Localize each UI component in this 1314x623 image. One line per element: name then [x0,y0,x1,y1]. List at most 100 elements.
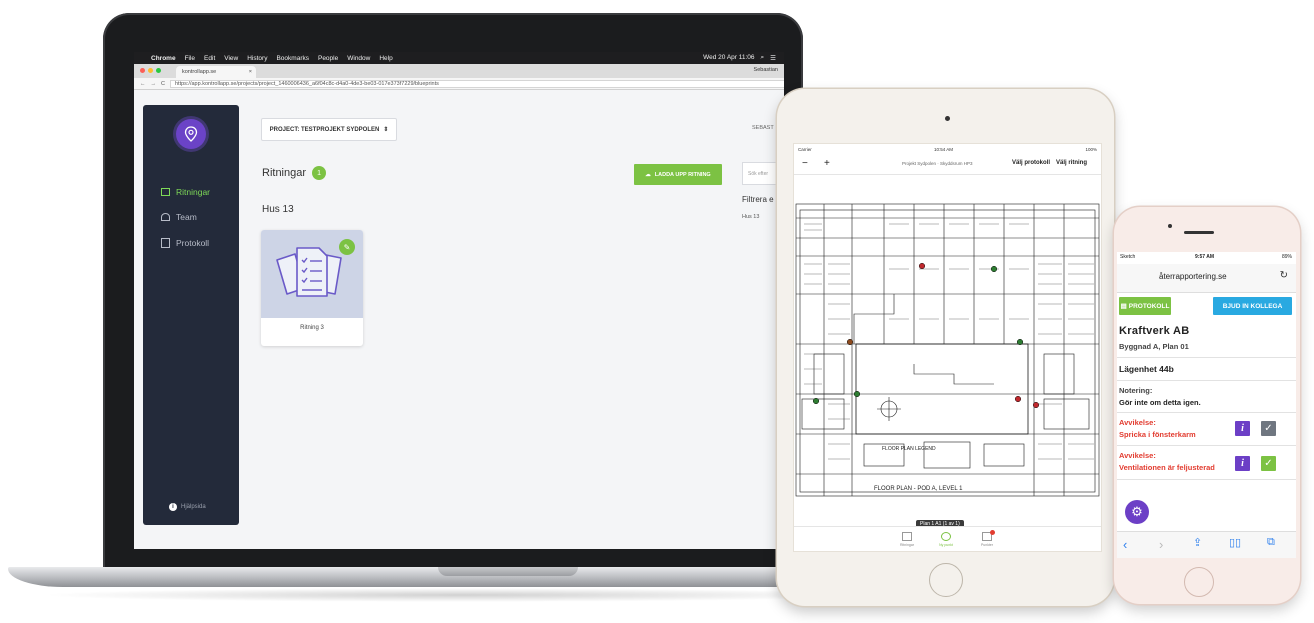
browser-tab[interactable]: kontrollapp.se × [176,66,256,78]
forward-icon[interactable]: → [151,81,157,87]
menu-chrome[interactable]: Chrome [151,55,176,62]
divider [1117,380,1296,381]
info-icon[interactable]: i [1235,456,1250,471]
divider [1117,412,1296,413]
tablet-status-bar: Carrier 10:54 AM 100% [794,147,1101,155]
issue-marker[interactable] [1032,401,1040,409]
select-protocol-button[interactable]: Välj protokoll [1012,160,1050,166]
deviation-text: Ventilationen är feljusterad [1119,463,1215,472]
menu-edit[interactable]: Edit [204,55,215,62]
notification-dot [990,530,995,535]
zoom-in-button[interactable]: + [824,158,830,169]
menu-bookmarks[interactable]: Bookmarks [276,55,309,62]
checkbox-checked-icon[interactable]: ✓ [1261,456,1276,471]
safari-toolbar: ‹ › ⇪ ▯▯ ⧉ [1117,531,1296,558]
new-point-tab-icon[interactable] [941,532,951,541]
group-title: Hus 13 [262,204,294,215]
blueprint-icon [161,188,170,196]
issue-marker[interactable] [1014,395,1022,403]
sidebar-item-ritningar[interactable]: Ritningar [161,187,210,197]
zoom-out-button[interactable]: − [802,158,808,169]
profile-button[interactable]: Sebastian [754,67,778,73]
tabs-icon[interactable]: ⧉ [1267,536,1275,549]
menu-help[interactable]: Help [379,55,392,62]
menu-people[interactable]: People [318,55,338,62]
phone-time: 9:57 AM [1195,254,1214,260]
team-icon [161,213,170,221]
reload-icon[interactable]: C [161,81,165,87]
unit-label: Lägenhet 44b [1119,364,1174,374]
menu-file[interactable]: File [185,55,195,62]
select-drawing-button[interactable]: Välj ritning [1056,160,1087,166]
laptop-notch [438,567,578,576]
address-bar[interactable]: https://app.kontrollapp.se/projects/proj… [169,79,784,88]
forward-icon[interactable]: › [1159,537,1163,552]
floor-plan[interactable]: FLOOR PLAN LEGEND FLOOR PLAN - POD A, LE… [794,194,1101,514]
user-menu[interactable]: SEBAST [752,125,774,131]
drawing-card[interactable]: ✎ Ritning 3 [261,230,363,346]
bookmarks-icon[interactable]: ▯▯ [1229,536,1241,549]
phone-battery: 89% [1281,254,1292,260]
refresh-icon[interactable]: ↻ [1280,270,1288,281]
plan-title: FLOOR PLAN - POD A, LEVEL 1 [874,486,963,492]
cloud-upload-icon: ☁ [645,171,651,178]
tablet-carrier: Carrier [798,147,812,152]
back-icon[interactable]: ‹ [1123,537,1127,552]
drawing-card-label: Ritning 3 [300,325,324,331]
edit-icon[interactable]: ✎ [339,239,355,255]
project-select[interactable]: PROJECT: TESTPROJEKT SYDPOLEN ⇕ [261,118,397,141]
app-sidebar: Ritningar Team Protokoll i Hjälpsida [143,105,239,525]
protokoll-button[interactable]: ▤ PROTOKOLL [1119,297,1171,315]
browser-toolbar: ← → C https://app.kontrollapp.se/project… [134,78,784,90]
tab-close-icon[interactable]: × [249,69,256,75]
issue-marker[interactable] [1016,338,1024,346]
window-controls [140,68,161,73]
project-select-value: PROJECT: TESTPROJEKT SYDPOLEN [269,126,380,133]
issue-marker[interactable] [918,262,926,270]
close-window-icon[interactable] [140,68,145,73]
sidebar-item-team[interactable]: Team [161,212,197,222]
invite-colleague-button[interactable]: BJUD IN KOLLEGA [1213,297,1292,315]
filter-title: Filtrera e [742,195,774,204]
sidebar-item-label: Team [176,212,197,222]
settings-gear-icon[interactable]: ⚙ [1125,500,1149,524]
menu-history[interactable]: History [247,55,267,62]
phone-address-bar[interactable]: återrapportering.se ↻ [1117,264,1296,293]
issue-marker[interactable] [853,390,861,398]
menu-window[interactable]: Window [347,55,370,62]
sidebar-item-protokoll[interactable]: Protokoll [161,238,209,248]
tab-ritningar[interactable]: Ritningar [892,543,922,547]
tablet-home-button[interactable] [929,563,963,597]
building-label: Byggnad A, Plan 01 [1119,342,1189,351]
spotlight-icon[interactable]: ⌕ [761,54,765,62]
mac-menubar: Chrome File Edit View History Bookmarks … [134,52,784,64]
tab-ny-punkt[interactable]: Ny punkt [931,543,961,547]
issue-marker[interactable] [846,338,854,346]
deviation-label: Avvikelse: [1119,418,1156,427]
maximize-window-icon[interactable] [156,68,161,73]
checkbox-unchecked-icon[interactable]: ✓ [1261,421,1276,436]
upload-button-label: LADDA UPP RITNING [654,171,711,178]
app-logo[interactable] [176,119,206,149]
phone-carrier: Sketch [1120,254,1136,260]
sidebar-item-label: Ritningar [176,187,211,197]
document-icon: ▤ [1120,303,1127,310]
menu-view[interactable]: View [224,55,238,62]
info-icon[interactable]: i [1235,421,1250,436]
issue-marker[interactable] [812,397,820,405]
upload-drawing-button[interactable]: ☁ LADDA UPP RITNING [634,164,722,185]
issue-marker[interactable] [990,265,998,273]
minimize-window-icon[interactable] [148,68,153,73]
menu-list-icon[interactable]: ☰ [770,54,776,62]
back-icon[interactable]: ← [140,81,146,87]
phone-screen: Sketch 9:57 AM 89% återrapportering.se ↻… [1117,252,1296,558]
phone-home-button[interactable] [1184,567,1214,597]
tab-punkter[interactable]: Punkter [972,543,1002,547]
drawings-tab-icon[interactable] [902,532,912,541]
filter-option[interactable]: Hus 13 [742,214,759,220]
share-icon[interactable]: ⇪ [1193,536,1202,549]
laptop-screen: Chrome File Edit View History Bookmarks … [134,52,784,549]
deviation-label: Avvikelse: [1119,451,1156,460]
help-link[interactable]: i Hjälpsida [169,503,206,511]
system-clock[interactable]: Wed 20 Apr 11:06 [703,54,754,62]
